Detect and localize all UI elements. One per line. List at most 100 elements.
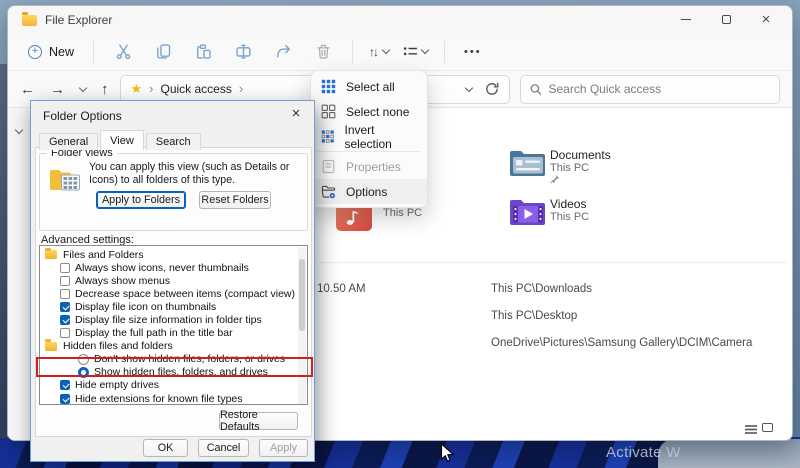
paste-button[interactable] (183, 36, 223, 68)
rename-button[interactable] (223, 36, 263, 68)
minimize-button[interactable] (666, 7, 706, 33)
divider (93, 40, 95, 63)
tab-general[interactable]: General (39, 133, 99, 150)
up-button[interactable]: ↑ (101, 81, 109, 98)
see-more-button[interactable]: ••• (454, 46, 492, 58)
share-button[interactable] (263, 36, 303, 68)
thumbnail-view-toggle[interactable] (762, 423, 773, 432)
delete-button[interactable] (303, 36, 343, 68)
menu-item-select-all[interactable]: Select all (311, 74, 427, 99)
details-view-toggle[interactable] (745, 424, 757, 435)
nav-collapse-chevron[interactable] (14, 125, 24, 135)
ok-button[interactable]: OK (143, 439, 188, 457)
music-tile-location: This PC (383, 207, 423, 219)
group-label: Files and Folders (63, 248, 144, 261)
checkbox-icon[interactable] (60, 328, 70, 339)
videos-folder-icon[interactable] (509, 196, 547, 226)
window-title: File Explorer (45, 12, 113, 27)
checkbox-icon[interactable] (60, 393, 70, 404)
cut-button[interactable] (103, 36, 143, 68)
breadcrumb-location[interactable]: Quick access (161, 82, 232, 96)
setting-row[interactable]: Always show icons, never thumbnails (40, 261, 307, 274)
apply-button[interactable]: Apply (259, 439, 308, 457)
setting-row[interactable]: Display file icon on thumbnails (40, 300, 307, 313)
nav-buttons: ← → ↑ (20, 81, 109, 98)
list-scrollbar[interactable] (298, 247, 306, 404)
section-divider (319, 262, 787, 263)
settings-group: Hidden files and folders (40, 339, 307, 353)
recent-item-path[interactable]: This PC\Desktop (491, 310, 577, 322)
group-label: Hidden files and folders (63, 340, 173, 353)
setting-label: Decrease space between items (compact vi… (75, 287, 296, 300)
chevron-down-icon (420, 45, 430, 55)
breadcrumb-chevron: › (149, 81, 154, 96)
quick-access-star-icon: ★ (130, 81, 143, 96)
dialog-close-button[interactable]: × (286, 105, 306, 122)
videos-tile-name[interactable]: Videos (550, 197, 586, 211)
setting-row[interactable]: Display file size information in folder … (40, 313, 307, 326)
restore-defaults-button[interactable]: Restore Defaults (219, 409, 298, 433)
refresh-icon[interactable] (485, 82, 499, 96)
recent-locations-chevron[interactable] (78, 83, 88, 92)
see-more-menu: Select all Select none Invert selection … (310, 70, 428, 208)
tab-search[interactable]: Search (145, 133, 201, 150)
setting-label: Display the full path in the title bar (75, 327, 233, 340)
folder-views-description: You can apply this view (such as Details… (89, 161, 290, 186)
invert-selection-icon (321, 130, 334, 143)
sort-arrows-icon: ↑↓ (369, 44, 379, 59)
recent-item-path[interactable]: This PC\Downloads (491, 283, 592, 295)
menu-item-properties: Properties (311, 154, 427, 179)
menu-separator (317, 151, 421, 152)
tab-view[interactable]: View (100, 130, 144, 150)
menu-item-invert-selection[interactable]: Invert selection (311, 123, 427, 151)
navigation-pane-strip (8, 108, 31, 440)
address-dropdown-chevron[interactable] (464, 83, 473, 92)
setting-row[interactable]: Decrease space between items (compact vi… (40, 287, 307, 300)
menu-item-select-none[interactable]: Select none (311, 99, 427, 124)
checkbox-icon[interactable] (60, 275, 70, 286)
documents-tile-name[interactable]: Documents (550, 148, 611, 162)
documents-folder-icon[interactable] (509, 147, 547, 177)
search-box[interactable] (519, 74, 780, 104)
setting-label: Always show icons, never thumbnails (75, 261, 249, 274)
search-input[interactable] (548, 82, 770, 96)
checkbox-icon[interactable] (60, 301, 70, 312)
setting-row[interactable]: Always show menus (40, 274, 307, 287)
documents-tile-location: This PC (550, 162, 590, 174)
maximize-button[interactable] (706, 7, 746, 33)
mouse-cursor (440, 443, 455, 462)
folder-views-icon (50, 170, 80, 191)
setting-row[interactable]: Hide extensions for known file types (40, 392, 307, 404)
command-bar: + New ↑↓ ••• (8, 33, 792, 71)
copy-button[interactable] (143, 36, 183, 68)
cancel-button[interactable]: Cancel (198, 439, 249, 457)
minimize-icon (681, 19, 691, 20)
search-icon (530, 83, 542, 95)
address-bar-controls (464, 82, 499, 96)
close-button[interactable]: × (746, 7, 786, 33)
scrollbar-thumb[interactable] (299, 259, 305, 331)
back-button[interactable]: ← (20, 81, 35, 98)
menu-item-options[interactable]: Options (311, 179, 427, 204)
forward-button[interactable]: → (50, 81, 65, 98)
checkbox-icon[interactable] (60, 288, 70, 299)
title-bar: File Explorer × (8, 6, 792, 33)
setting-row[interactable]: Display the full path in the title bar (40, 327, 307, 340)
setting-row[interactable]: Hide empty drives (40, 379, 307, 392)
view-icon (403, 47, 417, 56)
advanced-settings-list[interactable]: Files and Folders Always show icons, nev… (39, 245, 308, 405)
desktop-edge (0, 64, 7, 438)
view-button[interactable] (396, 36, 435, 68)
sort-button[interactable]: ↑↓ (362, 36, 396, 68)
new-button[interactable]: + New (18, 40, 84, 64)
recent-item-path[interactable]: OneDrive\Pictures\Samsung Gallery\DCIM\C… (491, 337, 752, 349)
setting-label: Display file size information in folder … (75, 314, 262, 327)
breadcrumb-chevron[interactable]: › (239, 81, 243, 96)
checkbox-icon[interactable] (60, 380, 70, 391)
reset-folders-button[interactable]: Reset Folders (199, 191, 271, 209)
settings-group: Files and Folders (40, 247, 307, 261)
apply-to-folders-button[interactable]: Apply to Folders (96, 191, 186, 209)
paste-icon (196, 44, 211, 59)
checkbox-icon[interactable] (60, 262, 70, 273)
checkbox-icon[interactable] (60, 315, 70, 326)
